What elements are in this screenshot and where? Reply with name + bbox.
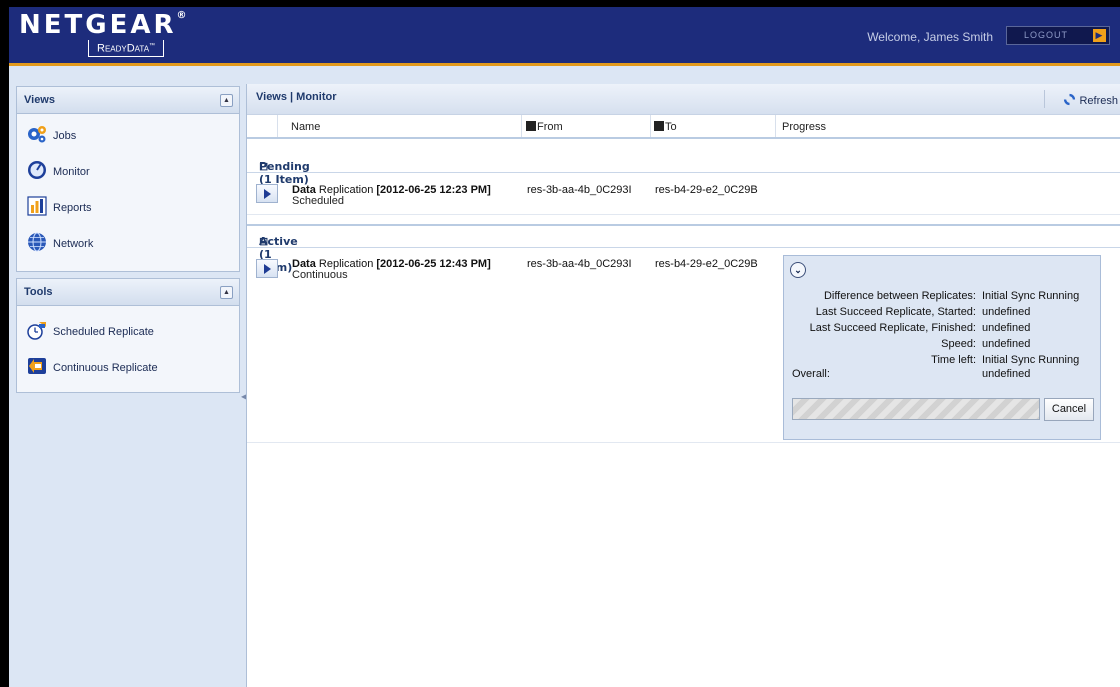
detail-label: Last Succeed Replicate, Started:: [815, 306, 976, 318]
active-group-header[interactable]: ⊟Active (1 Item): [247, 229, 1120, 274]
welcome-message: Welcome, James Smith: [867, 30, 993, 44]
logout-button[interactable]: LOGOUT ▶: [1006, 26, 1110, 45]
detail-value: undefined: [982, 322, 1031, 334]
job-status: Continuous: [292, 269, 348, 281]
detail-label: Speed:: [941, 338, 976, 350]
refresh-button[interactable]: Refresh: [1063, 93, 1118, 107]
monitor-panel: Views | Monitor Refresh Name From To Pro…: [246, 84, 1120, 687]
detail-value: Initial Sync Running: [982, 290, 1080, 302]
sidebar-item-scheduled-replicate[interactable]: Scheduled Replicate: [17, 314, 239, 350]
tools-panel-title: Tools: [24, 286, 53, 298]
page-title: Views | Monitor: [256, 91, 337, 103]
brand-name: NETGEAR®: [19, 10, 190, 40]
sidebar-item-label: Continuous Replicate: [53, 362, 158, 374]
column-separator: [277, 115, 278, 137]
continuous-replicate-icon: [28, 358, 46, 374]
overall-label: Overall:: [792, 368, 830, 380]
job-status: Scheduled: [292, 195, 344, 207]
detail-value: undefined: [982, 306, 1031, 318]
sidebar-item-monitor[interactable]: Monitor: [17, 154, 239, 190]
product-name: ReadyData™: [88, 40, 165, 57]
sidebar-item-label: Network: [53, 238, 94, 250]
play-icon: [264, 264, 271, 274]
netgear-readydata-logo: NETGEAR® ReadyData™: [19, 10, 199, 57]
sidebar-item-reports[interactable]: Reports: [17, 190, 239, 226]
run-job-button[interactable]: [256, 184, 278, 203]
progress-detail-panel: ⌄ Difference between Replicates: Initial…: [783, 255, 1101, 440]
job-from: res-3b-aa-4b_0C293I: [527, 258, 632, 270]
monitor-panel-header: Views | Monitor Refresh: [247, 84, 1120, 115]
column-separator: [521, 115, 522, 137]
detail-value: undefined: [982, 338, 1031, 350]
collapse-tools-icon[interactable]: ▲: [220, 286, 233, 299]
monitor-gauge-icon: [28, 161, 46, 179]
collapse-details-icon[interactable]: ⌄: [790, 262, 806, 278]
app-header: NETGEAR® ReadyData™ Welcome, James Smith…: [9, 7, 1120, 66]
sort-square-icon: [526, 121, 536, 131]
sidebar-item-network[interactable]: Network: [17, 226, 239, 262]
detail-label: Last Succeed Replicate, Finished:: [809, 322, 976, 334]
column-header-progress[interactable]: Progress: [782, 121, 826, 133]
detail-label: Time left:: [931, 354, 976, 366]
window-frame-top: [0, 0, 1120, 7]
views-panel-header: Views ▲: [17, 87, 239, 114]
detail-value: Initial Sync Running: [982, 354, 1080, 366]
network-globe-icon: [28, 232, 46, 252]
refresh-label: Refresh: [1079, 95, 1118, 107]
row-divider: [247, 214, 1120, 215]
column-header-to[interactable]: To: [654, 121, 677, 133]
job-from: res-3b-aa-4b_0C293I: [527, 184, 632, 196]
sidebar: Views ▲ Jobs Monitor Reports Network Too…: [16, 86, 240, 393]
cancel-button[interactable]: Cancel: [1044, 398, 1094, 421]
views-panel-title: Views: [24, 94, 55, 106]
collapse-views-icon[interactable]: ▲: [220, 94, 233, 107]
reports-bar-chart-icon: [27, 196, 47, 216]
row-divider: [247, 442, 1120, 443]
scheduled-replicate-icon: [27, 322, 46, 340]
tools-panel: Tools ▲ Scheduled Replicate Continuous R…: [16, 278, 240, 393]
column-header-from[interactable]: From: [526, 121, 563, 133]
sidebar-item-label: Jobs: [53, 130, 77, 142]
column-separator: [650, 115, 651, 137]
toolbar-separator: [1044, 90, 1045, 108]
jobs-gears-icon: [28, 126, 46, 143]
replication-progress-bar: [792, 398, 1040, 420]
sidebar-item-jobs[interactable]: Jobs: [17, 118, 239, 154]
logout-label: LOGOUT: [1024, 30, 1069, 40]
sort-square-icon: [654, 121, 664, 131]
tools-panel-header: Tools ▲: [17, 279, 239, 306]
window-frame-left: [0, 0, 9, 687]
sidebar-item-label: Reports: [53, 202, 92, 214]
column-separator: [775, 115, 776, 137]
job-to: res-b4-29-e2_0C29B: [655, 258, 758, 270]
views-panel: Views ▲ Jobs Monitor Reports Network: [16, 86, 240, 272]
run-job-button[interactable]: [256, 259, 278, 278]
logout-arrow-icon: ▶: [1093, 29, 1106, 42]
overall-value: undefined: [982, 368, 1031, 380]
sidebar-item-label: Scheduled Replicate: [53, 326, 154, 338]
group-divider: [247, 224, 1120, 226]
sidebar-item-label: Monitor: [53, 166, 90, 178]
refresh-icon: [1064, 93, 1076, 106]
job-to: res-b4-29-e2_0C29B: [655, 184, 758, 196]
sidebar-item-continuous-replicate[interactable]: Continuous Replicate: [17, 350, 239, 386]
detail-label: Difference between Replicates:: [823, 290, 976, 302]
column-header-name[interactable]: Name: [291, 121, 320, 133]
column-header-row: Name From To Progress: [247, 115, 1120, 139]
pending-group-header[interactable]: ⊟ Pending (1 Item): [247, 154, 1120, 186]
play-icon: [264, 189, 271, 199]
